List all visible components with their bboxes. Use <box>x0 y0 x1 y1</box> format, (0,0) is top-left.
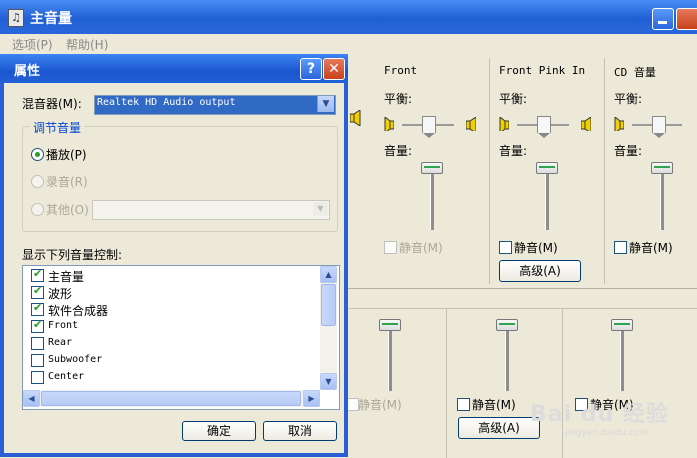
volume-label: 音量: <box>499 144 528 158</box>
horizontal-scrollbar[interactable]: ◀ ▶ <box>23 390 320 407</box>
watermark-url: jingyan.baidu.com <box>565 428 649 438</box>
volume-control-list[interactable]: ✔ 主音量 ✔ 波形 ✔ 软件合成器 ✔ Front Rear Subwoofe… <box>22 265 340 410</box>
radio-playback-label: 播放(P) <box>46 148 87 162</box>
checkbox[interactable] <box>31 354 44 367</box>
list-item-label: Center <box>48 371 85 382</box>
volume-slider-track[interactable] <box>388 321 392 391</box>
speaker-left-icon <box>499 117 509 131</box>
menu-bar: 选项(P) 帮助(H) <box>0 34 697 54</box>
volume-slider-track[interactable] <box>505 321 509 391</box>
radio-record-label: 录音(R) <box>46 175 88 189</box>
volume-slider-track[interactable] <box>620 321 624 391</box>
close-main-button[interactable] <box>676 8 697 30</box>
dialog-titlebar[interactable] <box>0 54 348 83</box>
list-item-label: 波形 <box>48 287 73 301</box>
speaker-app-icon: ♫ <box>8 9 24 27</box>
scroll-down-icon[interactable]: ▼ <box>320 373 337 390</box>
checkbox[interactable]: ✔ <box>31 267 44 282</box>
radio-playback[interactable] <box>31 148 44 161</box>
chevron-down-icon: ▼ <box>313 202 328 216</box>
dialog-title: 属性 <box>14 64 41 79</box>
list-label: 显示下列音量控制: <box>22 248 123 262</box>
ok-button[interactable]: 确定 <box>182 421 256 441</box>
mixer-column-front-pink-in: Front Pink In 平衡: 音量: 静音(M) 高级(A) <box>490 58 605 284</box>
mute-label: 静音(M) <box>514 241 558 255</box>
radio-record[interactable] <box>31 175 44 188</box>
main-window-titlebar[interactable] <box>0 0 697 34</box>
list-item-label: 软件合成器 <box>48 304 109 318</box>
volume-slider-thumb[interactable] <box>379 319 401 331</box>
mute-checkbox[interactable] <box>384 241 397 254</box>
balance-slider[interactable] <box>384 116 476 138</box>
lower-column: 静音(M) 高级(A) <box>447 309 563 458</box>
mute-label: 静音(M) <box>399 241 443 255</box>
checkbox[interactable] <box>31 371 44 384</box>
balance-label: 平衡: <box>614 92 643 106</box>
radio-other[interactable] <box>31 203 44 216</box>
balance-thumb[interactable] <box>537 116 551 138</box>
speaker-left-icon <box>384 117 394 131</box>
balance-thumb[interactable] <box>652 116 666 138</box>
balance-slider[interactable] <box>499 116 591 138</box>
list-item-label: Front <box>48 320 79 331</box>
menu-help[interactable]: 帮助(H) <box>66 36 108 53</box>
main-window-title: 主音量 <box>30 11 72 27</box>
scroll-thumb[interactable] <box>41 391 301 406</box>
list-item-label: 主音量 <box>48 270 85 284</box>
baidu-watermark: Bai du 经验 <box>530 402 669 427</box>
mixer-column-front: Front 平衡: 音量: 静音(M) <box>375 58 490 284</box>
list-item-label: Subwoofer <box>48 354 103 365</box>
volume-slider-thumb[interactable] <box>611 319 633 331</box>
mixer-column-cd: CD 音量 平衡: 音量: 静音(M) <box>605 58 697 284</box>
column-title: Front <box>384 64 418 77</box>
speaker-left-icon <box>614 117 624 131</box>
checkbox[interactable] <box>31 337 44 350</box>
volume-slider-thumb[interactable] <box>536 162 558 174</box>
mute-label: 静音(M) <box>358 398 402 412</box>
advanced-button[interactable]: 高级(A) <box>458 417 540 439</box>
volume-label: 音量: <box>384 144 413 158</box>
list-item-label: Rear <box>48 337 73 348</box>
mixer-label: 混音器(M): <box>22 97 82 111</box>
checkbox[interactable]: ✔ <box>31 318 44 333</box>
menu-options[interactable]: 选项(P) <box>12 36 53 53</box>
volume-slider-thumb[interactable] <box>651 162 673 174</box>
column-title: Front Pink In <box>499 64 586 77</box>
advanced-button[interactable]: 高级(A) <box>499 260 581 282</box>
volume-label: 音量: <box>614 144 643 158</box>
scroll-up-icon[interactable]: ▲ <box>320 266 337 283</box>
balance-slider[interactable] <box>614 116 697 138</box>
mute-label: 静音(M) <box>629 241 673 255</box>
checkbox[interactable]: ✔ <box>31 284 44 299</box>
volume-slider-thumb[interactable] <box>421 162 443 174</box>
checkbox[interactable]: ✔ <box>31 301 44 316</box>
speaker-right-icon <box>581 117 591 131</box>
minimize-button[interactable] <box>652 8 674 30</box>
other-select[interactable]: ▼ <box>92 200 330 220</box>
cancel-button[interactable]: 取消 <box>263 421 337 441</box>
scroll-right-icon[interactable]: ▶ <box>303 390 320 407</box>
mute-label: 静音(M) <box>472 398 516 412</box>
speaker-right-icon <box>349 109 362 127</box>
volume-slider-thumb[interactable] <box>496 319 518 331</box>
radio-other-label: 其他(O) <box>46 203 89 217</box>
lower-column: 静音(M) <box>346 309 447 458</box>
balance-thumb[interactable] <box>422 116 436 138</box>
balance-label: 平衡: <box>499 92 528 106</box>
balance-label: 平衡: <box>384 92 413 106</box>
mixer-select-value: Realtek HD Audio output <box>97 97 236 108</box>
scroll-left-icon[interactable]: ◀ <box>23 390 40 407</box>
group-title: 调节音量 <box>30 119 85 136</box>
close-dialog-button[interactable]: ✕ <box>323 58 345 80</box>
scroll-thumb[interactable] <box>321 284 336 326</box>
chevron-down-icon[interactable]: ▼ <box>317 96 334 112</box>
vertical-scrollbar[interactable]: ▲ ▼ <box>320 266 337 390</box>
mute-checkbox[interactable] <box>499 241 512 254</box>
help-button[interactable]: ? <box>300 58 322 80</box>
mute-checkbox[interactable] <box>457 398 470 411</box>
mute-checkbox[interactable] <box>614 241 627 254</box>
column-title: CD 音量 <box>614 66 656 79</box>
speaker-right-icon <box>466 117 476 131</box>
